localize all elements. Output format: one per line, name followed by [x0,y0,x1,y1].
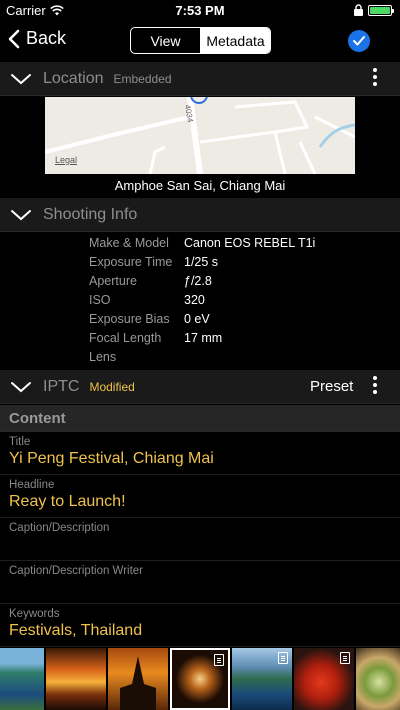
metadata-badge-icon [340,652,350,664]
location-subtitle: Embedded [113,71,172,86]
field-label: Caption/Description Writer [9,565,144,577]
field-label: Headline [9,479,55,491]
battery-icon [368,5,394,16]
content-title: Content [9,410,66,427]
info-row-lens: Lens [0,350,400,369]
field-label: Caption/Description [9,522,110,534]
content-group-header: Content [0,405,400,432]
field-value[interactable]: Reay to Launch! [9,493,126,511]
info-label: Exposure Time [89,255,173,269]
info-value: Canon EOS REBEL T1i [184,236,316,250]
info-row-exposure-bias: Exposure Bias 0 eV [0,312,400,331]
chevron-down-icon[interactable] [10,208,32,222]
back-button[interactable]: Back [8,28,66,49]
thumbnail-salad[interactable] [356,648,400,710]
location-place: Amphoe San Sai, Chiang Mai [114,178,286,193]
info-label: ISO [89,293,111,307]
temple-shape [120,656,156,710]
info-value: 0 eV [184,312,210,326]
info-value: 1/25 s [184,255,219,269]
iptc-title-text: IPTC [43,377,80,395]
location-section-header[interactable]: Location Embedded [0,62,400,96]
metadata-badge-icon [214,654,224,666]
field-keywords[interactable]: Keywords Festivals, Thailand [0,604,400,647]
iptc-title: IPTC Modified [43,378,135,396]
orientation-lock-icon [354,4,363,16]
segment-view[interactable]: View [131,28,201,53]
info-value: ƒ/2.8 [184,274,212,288]
back-label: Back [26,28,67,48]
thumbnail-food-red[interactable] [294,648,354,710]
info-row-iso: ISO 320 [0,293,400,312]
thumbnail-lantern[interactable] [170,648,230,710]
more-dot [373,68,377,72]
info-row-exposure-time: Exposure Time 1/25 s [0,255,400,274]
status-bar: Carrier 7:53 PM [0,0,400,20]
segment-metadata[interactable]: Metadata [201,28,270,53]
field-caption[interactable]: Caption/Description [0,518,400,561]
location-title-text: Location [43,69,104,87]
info-row-focal-length: Focal Length 17 mm [0,331,400,350]
location-more-button[interactable] [372,68,378,86]
thumbnail-temple[interactable] [108,648,168,710]
battery-level [370,7,390,14]
info-label: Focal Length [89,331,162,345]
chevron-left-icon [8,29,20,48]
info-row-aperture: Aperture ƒ/2.8 [0,274,400,293]
info-label: Aperture [89,274,137,288]
thumbnail-bay[interactable] [232,648,292,710]
info-label: Lens [89,350,117,364]
more-dot [373,390,377,394]
iptc-section-header[interactable]: IPTC Modified Preset [0,370,400,404]
more-dot [373,75,377,79]
iptc-more-button[interactable] [372,376,378,394]
more-dot [373,376,377,380]
location-title: Location Embedded [43,70,172,88]
chevron-down-icon[interactable] [10,380,32,394]
more-dot [373,383,377,387]
status-time: 7:53 PM [175,3,225,18]
shooting-info-title: Shooting Info [43,205,138,223]
checkmark-circle-icon [353,36,365,46]
shooting-info-section-header[interactable]: Shooting Info [0,198,400,232]
info-value: 320 [184,293,205,307]
map-legal-link[interactable]: Legal [55,155,77,165]
photo-filmstrip [0,648,400,710]
location-map[interactable]: 4034 Legal [45,97,355,174]
field-headline[interactable]: Headline Reay to Launch! [0,475,400,518]
field-label: Title [9,436,31,448]
field-value[interactable]: Festivals, Thailand [9,622,142,640]
field-title[interactable]: Title Yi Peng Festival, Chiang Mai [0,432,400,475]
iptc-subtitle: Modified [89,379,135,394]
thumbnail-coast[interactable] [0,648,44,710]
field-caption-writer[interactable]: Caption/Description Writer [0,561,400,604]
navigation-bar: Back View Metadata [0,20,400,62]
chevron-down-icon[interactable] [10,72,32,86]
metadata-badge-icon [278,652,288,664]
info-value: 17 mm [184,331,223,345]
battery-group [353,4,394,17]
info-row-make-model: Make & Model Canon EOS REBEL T1i [0,236,400,255]
info-label: Make & Model [89,236,169,250]
more-dot [373,82,377,86]
field-label: Keywords [9,608,60,620]
preset-button[interactable]: Preset [310,378,353,395]
done-button[interactable] [348,30,370,52]
field-value[interactable]: Yi Peng Festival, Chiang Mai [9,450,214,468]
thumbnail-sunset[interactable] [46,648,106,710]
map-roads [45,97,355,174]
info-label: Exposure Bias [89,312,170,326]
view-mode-segmented-control: View Metadata [130,27,271,54]
